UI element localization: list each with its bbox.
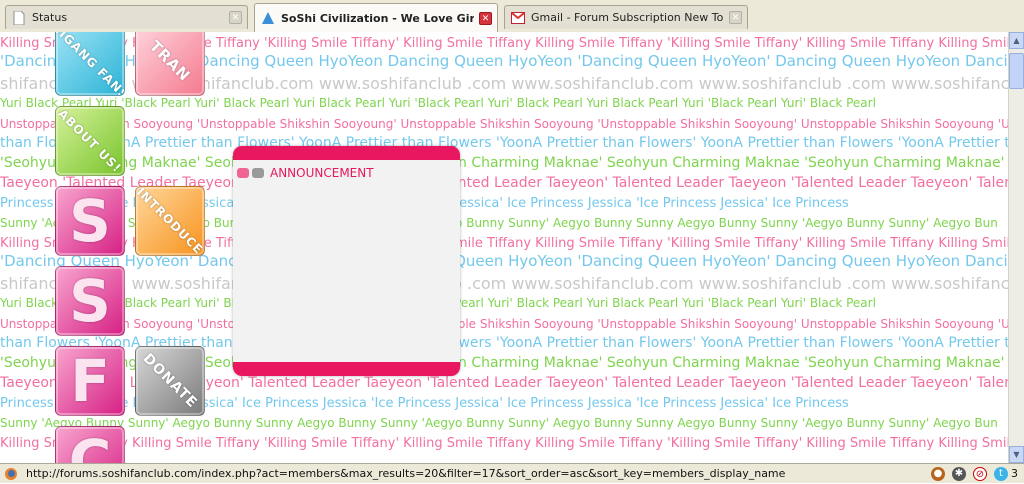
close-tab-icon[interactable]: ✕ [729, 11, 742, 24]
bg-phrase-tiffany: Killing Smile Tiffany Killing Smile Tiff… [0, 436, 1008, 451]
cookie-icon[interactable]: ● [931, 466, 945, 481]
donate-button[interactable]: DONATE [135, 346, 205, 416]
fansubs-label: SOSHIGANG FANSUBS [55, 32, 125, 96]
letter-c-tile[interactable]: C [55, 426, 125, 463]
vertical-scrollbar[interactable]: ▲ ▼ [1008, 32, 1024, 463]
tab-label: Gmail - Forum Subscription New Topic N..… [531, 11, 724, 24]
status-url: http://forums.soshifanclub.com/index.php… [26, 467, 786, 480]
fansubs-button[interactable]: SOSHIGANG FANSUBS [55, 32, 125, 96]
letter-f-tile[interactable]: F [55, 346, 125, 416]
scroll-thumb[interactable] [1009, 53, 1024, 89]
tab-status[interactable]: Status ✕ [5, 5, 248, 29]
page-icon [12, 10, 26, 25]
bg-phrase-yoona: than Flowers 'YoonA Prettier than Flower… [0, 135, 1008, 151]
bug-icon[interactable]: ✱ [952, 466, 966, 481]
block-icon[interactable]: ⊘ [973, 466, 987, 481]
about-us-button[interactable]: ABOUT US! [55, 106, 125, 176]
tab-bar: Status ✕ SoShi Civilization - We Love Gi… [0, 0, 1024, 33]
letter-c: C [68, 427, 112, 463]
scroll-up-icon[interactable]: ▲ [1009, 32, 1024, 49]
bg-phrase-sooyoung: Unstoppable Shikshin Sooyoung 'Unstoppab… [0, 117, 1008, 131]
tab-gmail[interactable]: Gmail - Forum Subscription New Topic N..… [504, 5, 748, 29]
close-tab-icon[interactable]: ✕ [479, 11, 492, 25]
gmail-icon [511, 11, 525, 25]
status-bar: http://forums.soshifanclub.com/index.php… [0, 463, 1024, 483]
bg-phrase-jessica: Princess Jessica 'Ice Princess Jessica' … [0, 396, 849, 411]
firefox-icon [4, 467, 20, 481]
close-tab-icon[interactable]: ✕ [229, 11, 242, 24]
translations-label: TRAN [145, 36, 195, 86]
announcement-header: ANNOUNCEMENT [237, 166, 374, 180]
letter-s-tile[interactable]: S [55, 266, 125, 336]
introduce-label: INTRODUCE [135, 186, 205, 256]
pink-bullet-icon [237, 168, 249, 178]
tab-label: Status [32, 11, 68, 24]
bg-phrase-url: shifanclub .com www.soshifanclub.com www… [0, 274, 1008, 293]
page-content: Killing Smile Tiffany Killing Smile Tiff… [0, 32, 1008, 463]
scroll-down-icon[interactable]: ▼ [1009, 446, 1024, 463]
bg-phrase-seohyun: 'Seohyun Charming Maknae' Seohyun Charmi… [0, 155, 1008, 171]
introduce-button[interactable]: INTRODUCE [135, 186, 205, 256]
letter-s: S [69, 187, 111, 255]
twitter-count: 3 [1011, 467, 1018, 480]
bg-phrase-sooyoung: Unstoppable Shikshin Sooyoung 'Unstoppab… [0, 317, 1008, 331]
letter-s-tile[interactable]: S [55, 186, 125, 256]
tab-soshi-civilization[interactable]: SoShi Civilization - We Love Girls'... ✕ [254, 3, 498, 32]
gray-bullet-icon [252, 168, 264, 178]
letter-f: F [70, 347, 110, 415]
bg-phrase-sunny: Sunny 'Aegyo Bunny Sunny' Aegyo Bunny Su… [0, 416, 998, 430]
tab-label: SoShi Civilization - We Love Girls'... [281, 11, 474, 25]
donate-label: DONATE [139, 350, 201, 412]
soshi-favicon-icon [261, 11, 275, 25]
translations-button[interactable]: TRAN [135, 32, 205, 96]
announcement-panel: ANNOUNCEMENT [233, 146, 460, 376]
bg-phrase-yuri: Yuri Black Pearl Yuri 'Black Pearl Yuri'… [0, 96, 876, 110]
twitter-icon[interactable]: t [994, 466, 1008, 481]
announcement-title: ANNOUNCEMENT [270, 166, 374, 180]
letter-s: S [69, 267, 111, 335]
about-us-label: ABOUT US! [55, 106, 125, 176]
